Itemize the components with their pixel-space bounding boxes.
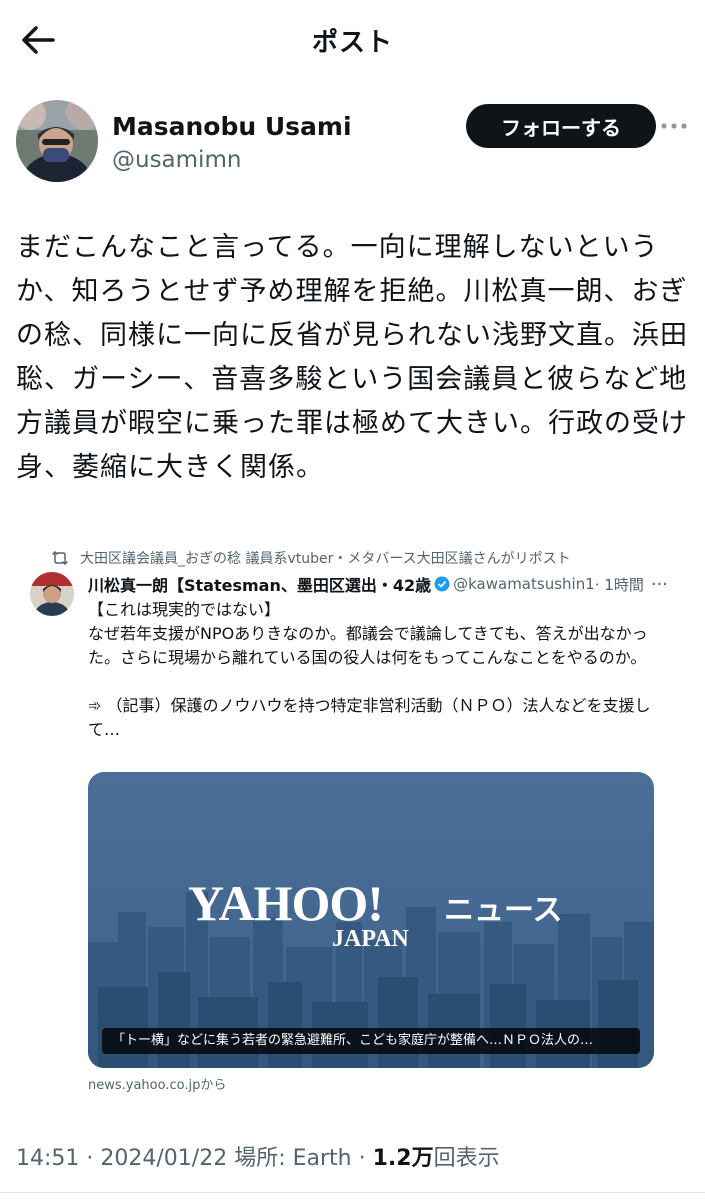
- link-card-caption: 「トー横」などに集う若者の緊急避難所、こども家庭庁が整備へ…ＮＰＯ法人の…: [102, 1028, 640, 1054]
- post-author: Masanobu Usami @usamimn フォローする: [16, 100, 696, 190]
- embedded-display-name: 川松真一朗【Statesman、墨田区選出・42歳: [88, 576, 432, 595]
- more-icon: [661, 123, 687, 129]
- repost-icon: [52, 551, 68, 565]
- yahoo-japan-news-logo: YAHOO! JAPAN ニュース: [188, 875, 563, 952]
- post-text: まだこんなこと言ってる。一向に理解しないというか、知ろうとせず予め理解を拒絶。川…: [16, 232, 688, 483]
- embedded-time: · 1時間: [594, 575, 644, 594]
- attached-image[interactable]: 大田区議会議員_おぎの稔 議員系vtuber・メタバース大田区議さんがリポスト …: [30, 540, 675, 1100]
- embedded-line-1: 【これは現実的ではない】: [88, 600, 281, 619]
- avatar[interactable]: [16, 100, 98, 182]
- divider: [0, 1192, 705, 1193]
- embedded-avatar: [30, 572, 74, 616]
- embedded-header: 川松真一朗【Statesman、墨田区選出・42歳 @kawamatsushin…: [88, 572, 668, 596]
- user-handle[interactable]: @usamimn: [112, 147, 352, 173]
- more-options-button[interactable]: [659, 116, 689, 136]
- embedded-more-icon: ···: [650, 573, 668, 595]
- link-source: news.yahoo.co.jpから: [88, 1078, 227, 1093]
- repost-text: 大田区議会議員_おぎの稔 議員系vtuber・メタバース大田区議さんがリポスト: [80, 551, 571, 567]
- embedded-line-2: なぜ若年支援がNPOありきなのか。都議会で議論してきても、答えが出なかった。さら…: [88, 624, 648, 667]
- post-time: 14:51: [16, 1146, 80, 1171]
- view-label: 回表示: [433, 1146, 500, 1171]
- verified-icon: [434, 576, 450, 592]
- svg-text:YAHOO!: YAHOO!: [188, 875, 383, 931]
- link-card: YAHOO! JAPAN ニュース 「トー横」などに集う若者の緊急避難所、こども…: [88, 772, 654, 1068]
- post-location: 場所: Earth: [234, 1146, 352, 1171]
- follow-button[interactable]: フォローする: [466, 104, 656, 148]
- top-bar: ポスト: [0, 0, 705, 80]
- svg-text:ニュース: ニュース: [444, 893, 563, 928]
- embedded-line-3: ➾ （記事）保護のノウハウを持つ特定非営利活動（ＮＰＯ）法人などを支援して…: [88, 696, 651, 739]
- view-count: 1.2万: [372, 1146, 434, 1171]
- repost-indicator: 大田区議会議員_おぎの稔 議員系vtuber・メタバース大田区議さんがリポスト: [52, 548, 571, 568]
- embedded-handle: @kawamatsushin1: [453, 575, 595, 593]
- post-date: 2024/01/22: [100, 1146, 228, 1171]
- post-metadata: 14:51 · 2024/01/22 場所: Earth · 1.2万回表示: [16, 1146, 500, 1171]
- svg-text:JAPAN: JAPAN: [332, 926, 410, 952]
- embedded-body: 【これは現実的ではない】 なぜ若年支援がNPOありきなのか。都議会で議論してきて…: [88, 598, 668, 742]
- page-title: ポスト: [311, 28, 393, 58]
- display-name[interactable]: Masanobu Usami: [112, 112, 352, 141]
